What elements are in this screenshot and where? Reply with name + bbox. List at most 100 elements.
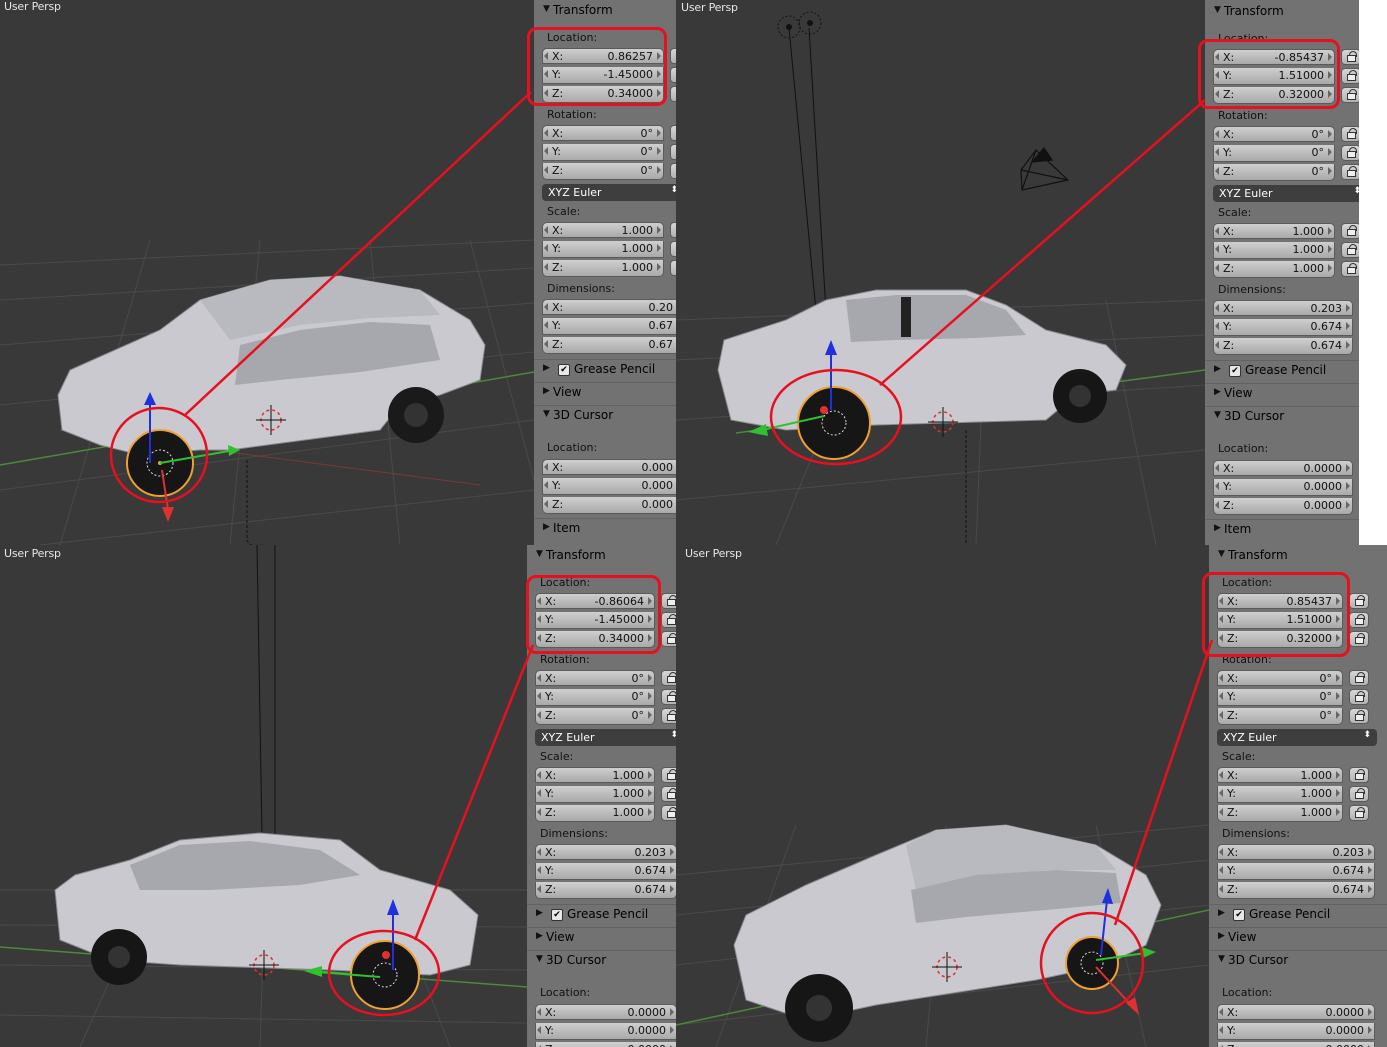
decrement-arrow-icon[interactable] <box>1219 808 1223 816</box>
view-panel-header[interactable]: ▶ View <box>534 382 676 403</box>
decrement-arrow-icon[interactable] <box>1219 634 1223 642</box>
view-panel-header[interactable]: ▶ View <box>527 927 676 948</box>
location-y-field[interactable]: Y: -1.45000 <box>542 67 664 84</box>
decrement-arrow-icon[interactable] <box>537 674 541 682</box>
scale-x-field[interactable]: X: 1.000 <box>542 222 664 238</box>
increment-arrow-icon[interactable] <box>648 597 652 605</box>
scale-x-field[interactable]: X: 1.000 <box>1213 223 1335 239</box>
lock-icon[interactable] <box>1341 87 1359 103</box>
check-icon[interactable]: ✔ <box>558 364 570 376</box>
increment-arrow-icon[interactable] <box>1346 482 1350 490</box>
increment-arrow-icon[interactable] <box>648 674 652 682</box>
decrement-arrow-icon[interactable] <box>1215 245 1219 253</box>
3d-viewport[interactable]: User Persp <box>0 0 534 545</box>
increment-arrow-icon[interactable] <box>1336 634 1340 642</box>
decrement-arrow-icon[interactable] <box>544 500 548 508</box>
lock-icon[interactable] <box>1349 767 1369 783</box>
increment-arrow-icon[interactable] <box>1328 53 1332 61</box>
decrement-arrow-icon[interactable] <box>1215 464 1219 472</box>
cursor-x-field[interactable]: X: 0.0000 <box>1217 1004 1375 1020</box>
rotation-x-field[interactable]: X: 0° <box>542 125 664 141</box>
lock-icon[interactable] <box>661 689 676 705</box>
decrement-arrow-icon[interactable] <box>544 303 548 311</box>
increment-arrow-icon[interactable] <box>1328 130 1332 138</box>
lock-icon[interactable] <box>1349 689 1369 705</box>
increment-arrow-icon[interactable] <box>1368 1008 1372 1016</box>
decrement-arrow-icon[interactable] <box>537 692 541 700</box>
increment-arrow-icon[interactable] <box>1346 464 1350 472</box>
increment-arrow-icon[interactable] <box>670 848 674 856</box>
decrement-arrow-icon[interactable] <box>544 340 548 348</box>
decrement-arrow-icon[interactable] <box>537 866 541 874</box>
location-z-field[interactable]: Z: 0.32000 <box>1217 631 1343 648</box>
increment-arrow-icon[interactable] <box>1328 167 1332 175</box>
increment-arrow-icon[interactable] <box>657 147 661 155</box>
scale-x-field[interactable]: X: 1.000 <box>535 767 655 783</box>
decrement-arrow-icon[interactable] <box>544 244 548 252</box>
lock-icon[interactable] <box>661 631 676 647</box>
increment-arrow-icon[interactable] <box>1336 615 1340 623</box>
increment-arrow-icon[interactable] <box>1328 148 1332 156</box>
rotation-z-field[interactable]: Z: 0° <box>1217 708 1343 725</box>
check-icon[interactable]: ✔ <box>1233 909 1245 921</box>
decrement-arrow-icon[interactable] <box>544 481 548 489</box>
increment-arrow-icon[interactable] <box>648 634 652 642</box>
decrement-arrow-icon[interactable] <box>1219 615 1223 623</box>
increment-arrow-icon[interactable] <box>1368 885 1372 893</box>
location-y-field[interactable]: Y: 1.51000 <box>1213 68 1335 85</box>
decrement-arrow-icon[interactable] <box>1215 71 1219 79</box>
increment-arrow-icon[interactable] <box>657 263 661 271</box>
scale-x-field[interactable]: X: 1.000 <box>1217 767 1343 783</box>
decrement-arrow-icon[interactable] <box>1219 885 1223 893</box>
cursor-y-field[interactable]: Y: 0.0000 <box>1217 1023 1375 1040</box>
transform-panel-header[interactable]: ▼ Transform <box>534 1 676 21</box>
lock-icon[interactable] <box>1349 670 1369 686</box>
lock-icon[interactable] <box>1341 126 1359 142</box>
decrement-arrow-icon[interactable] <box>537 1008 541 1016</box>
decrement-arrow-icon[interactable] <box>1219 771 1223 779</box>
increment-arrow-icon[interactable] <box>657 166 661 174</box>
lock-icon[interactable] <box>1349 593 1369 609</box>
location-z-field[interactable]: Z: 0.34000 <box>542 86 664 103</box>
grease-pencil-panel-header[interactable]: ▶ ✔ Grease Pencil <box>527 904 676 925</box>
dimensions-y-field[interactable]: Y: 0.674 <box>1217 863 1375 880</box>
decrement-arrow-icon[interactable] <box>1219 674 1223 682</box>
location-x-field[interactable]: X: 0.85437 <box>1217 593 1343 609</box>
decrement-arrow-icon[interactable] <box>544 89 548 97</box>
increment-arrow-icon[interactable] <box>657 52 661 60</box>
increment-arrow-icon[interactable] <box>1336 771 1340 779</box>
increment-arrow-icon[interactable] <box>648 615 652 623</box>
view-panel-header[interactable]: ▶ View <box>1209 927 1387 948</box>
check-icon[interactable]: ✔ <box>551 909 563 921</box>
view-panel-header[interactable]: ▶ View <box>1205 383 1359 404</box>
location-x-field[interactable]: X: -0.85437 <box>1213 49 1335 65</box>
dimensions-y-field[interactable]: Y: 0.674 <box>1213 319 1353 336</box>
cursor-z-field[interactable]: Z: 0.0000 <box>1213 498 1353 515</box>
dimensions-x-field[interactable]: X: 0.20 <box>542 299 676 315</box>
decrement-arrow-icon[interactable] <box>1215 304 1219 312</box>
cursor-x-field[interactable]: X: 0.0000 <box>535 1004 676 1020</box>
location-x-field[interactable]: X: 0.86257 <box>542 48 664 64</box>
dimensions-z-field[interactable]: Z: 0.674 <box>1217 882 1375 899</box>
lock-icon[interactable] <box>661 805 676 821</box>
decrement-arrow-icon[interactable] <box>1215 148 1219 156</box>
lock-icon[interactable] <box>1341 49 1359 65</box>
rotation-x-field[interactable]: X: 0° <box>1217 670 1343 686</box>
grease-pencil-panel-header[interactable]: ▶ ✔ Grease Pencil <box>1205 360 1359 381</box>
transform-panel-header[interactable]: ▼ Transform <box>527 546 676 566</box>
grease-pencil-panel-header[interactable]: ▶ ✔ Grease Pencil <box>1209 904 1387 925</box>
scale-y-field[interactable]: Y: 1.000 <box>535 786 655 803</box>
decrement-arrow-icon[interactable] <box>537 1026 541 1034</box>
lock-icon[interactable] <box>661 767 676 783</box>
dimensions-z-field[interactable]: Z: 0.674 <box>535 882 676 899</box>
dimensions-y-field[interactable]: Y: 0.674 <box>535 863 676 880</box>
lock-icon[interactable] <box>1341 164 1359 180</box>
cursor-z-field[interactable]: Z: 0.0000 <box>535 1042 676 1047</box>
increment-arrow-icon[interactable] <box>648 789 652 797</box>
cursor-y-field[interactable]: Y: 0.0000 <box>1213 479 1353 496</box>
decrement-arrow-icon[interactable] <box>1215 501 1219 509</box>
decrement-arrow-icon[interactable] <box>544 129 548 137</box>
3d-viewport[interactable]: User Persp <box>676 545 1209 1047</box>
increment-arrow-icon[interactable] <box>1368 866 1372 874</box>
rotation-z-field[interactable]: Z: 0° <box>542 163 664 180</box>
